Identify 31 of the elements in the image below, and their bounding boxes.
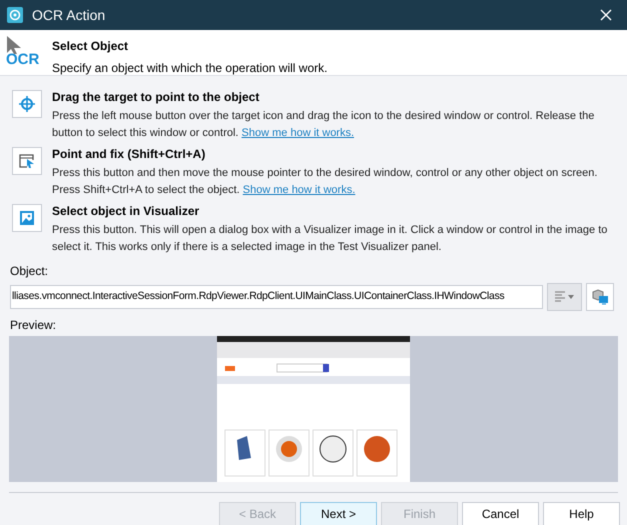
object-field[interactable]: lliases.vmconnect.InteractiveSessionForm.RdpViewer.RdpClient.UIMainClass.UIContainerClass.IHWindowClass — [10, 285, 543, 309]
pointer-window-icon — [19, 153, 35, 169]
option-description: Press the left mouse button over the target icon and drag the icon to the desired window or control. Release the button to select this window or control. Show me how it works. — [52, 109, 596, 141]
help-link[interactable]: Show me how it works. — [242, 184, 356, 196]
dialog-button[interactable]: Next > — [300, 502, 377, 525]
object-label: Object: — [10, 263, 50, 280]
image-icon — [19, 210, 35, 226]
option-title: Select object in Visualizer — [52, 203, 200, 220]
cube-monitor-icon — [591, 288, 609, 306]
close-icon — [600, 9, 612, 21]
option-title: Drag the target to point to the object — [52, 89, 260, 106]
dialog-button[interactable]: Cancel — [462, 502, 539, 525]
window-title: OCR Action — [32, 6, 106, 24]
option-button[interactable] — [12, 147, 42, 175]
option-title: Point and fix (Shift+Ctrl+A) — [52, 146, 206, 163]
menu-dropdown-button[interactable] — [547, 283, 582, 311]
preview-label: Preview: — [10, 317, 58, 334]
pointer-icon — [6, 36, 22, 54]
logo-text: OCR — [6, 52, 40, 67]
list-caret-icon — [554, 290, 576, 304]
dialog-button[interactable]: Help — [543, 502, 620, 525]
page-subtitle: Specify an object with which the operation will work. — [52, 60, 328, 77]
target-icon — [19, 96, 35, 112]
option-button[interactable] — [12, 90, 42, 118]
page-title: Select Object — [52, 38, 130, 55]
visualizer-button[interactable] — [586, 283, 614, 311]
option-description: Press this button and then move the mouse pointer to the desired window, control or any other object on screen. Press Shift+Ctrl+A to select the object. Show me how it works. — [52, 166, 598, 198]
app-icon — [6, 6, 24, 24]
option-button[interactable] — [12, 204, 42, 232]
help-link[interactable]: Show me how it works. — [242, 127, 354, 139]
option-description: Press this button. This will open a dialog box with a Visualizer image in it. Click a window or control in the image to select it. This works only if there is a selected image in the Test Visualizer panel. — [52, 223, 608, 255]
